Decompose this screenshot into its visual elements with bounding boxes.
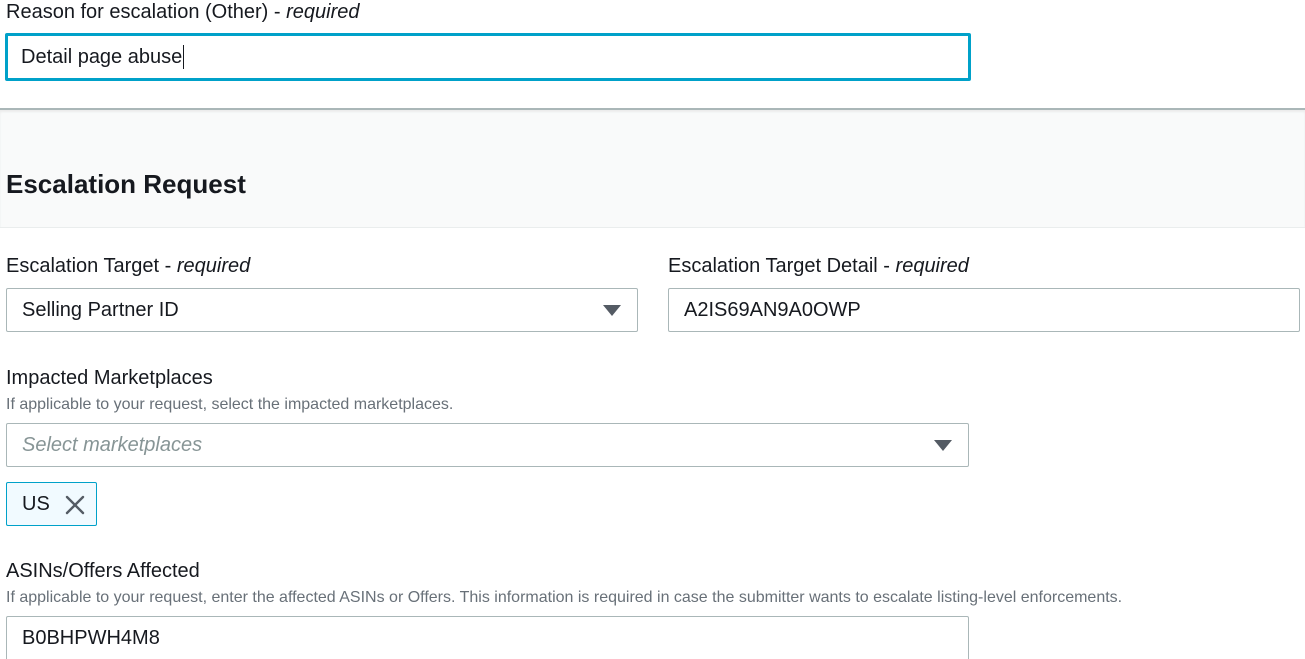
reason-required-marker: required xyxy=(286,1,360,23)
reason-label: Reason for escalation (Other) - required xyxy=(6,1,360,23)
token-label: US xyxy=(22,492,50,515)
escalation-target-detail-input[interactable]: A2IS69AN9A0OWP xyxy=(668,288,1300,332)
marketplaces-placeholder: Select marketplaces xyxy=(22,434,203,456)
escalation-target-detail-value: A2IS69AN9A0OWP xyxy=(684,299,861,321)
escalation-target-detail-required-marker: required xyxy=(895,255,969,277)
marketplace-token-us: US xyxy=(6,482,97,526)
close-icon[interactable] xyxy=(64,494,86,516)
asins-description: If applicable to your request, enter the… xyxy=(6,589,1123,606)
asins-input[interactable]: B0BHPWH4M8 xyxy=(6,616,969,659)
reason-input-value: Detail page abuse xyxy=(21,46,183,68)
section-divider xyxy=(0,227,1305,228)
marketplaces-label: Impacted Marketplaces xyxy=(6,367,213,389)
reason-input[interactable]: Detail page abuse xyxy=(5,33,971,81)
escalation-target-selected: Selling Partner ID xyxy=(22,299,179,321)
caret-down-icon xyxy=(603,305,621,316)
reason-label-text: Reason for escalation (Other) xyxy=(6,1,269,23)
asins-label: ASINs/Offers Affected xyxy=(6,560,200,582)
escalation-target-label: Escalation Target - required xyxy=(6,255,251,277)
escalation-target-detail-label: Escalation Target Detail - required xyxy=(668,255,969,277)
marketplaces-multiselect[interactable]: Select marketplaces xyxy=(6,423,969,467)
asins-value: B0BHPWH4M8 xyxy=(22,627,160,649)
escalation-target-required-marker: required xyxy=(176,255,251,277)
escalation-target-select[interactable]: Selling Partner ID xyxy=(6,288,638,332)
section-title: Escalation Request xyxy=(6,169,246,199)
caret-down-icon xyxy=(934,440,952,451)
escalation-form: Reason for escalation (Other) - required… xyxy=(0,0,1305,659)
section-header-band xyxy=(0,108,1305,228)
escalation-target-label-text: Escalation Target xyxy=(6,255,160,277)
marketplaces-description: If applicable to your request, select th… xyxy=(6,396,454,413)
text-cursor xyxy=(183,45,185,69)
escalation-target-detail-label-text: Escalation Target Detail xyxy=(668,255,878,277)
